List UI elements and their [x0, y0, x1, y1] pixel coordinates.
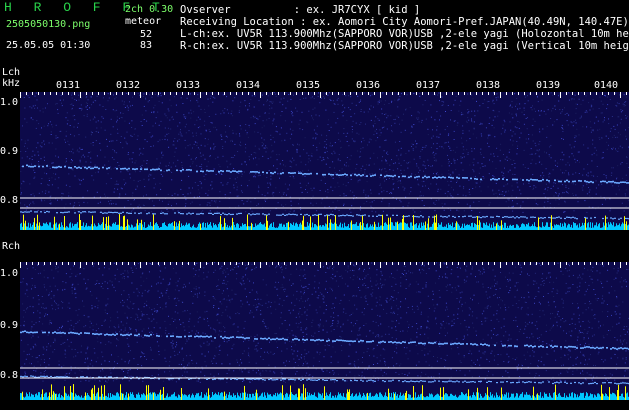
lch-spectrogram [20, 92, 629, 230]
rch-spectrogram [20, 262, 629, 400]
spectrogram-canvas [20, 92, 629, 400]
lch-background [20, 92, 629, 230]
rch-background [20, 262, 629, 400]
